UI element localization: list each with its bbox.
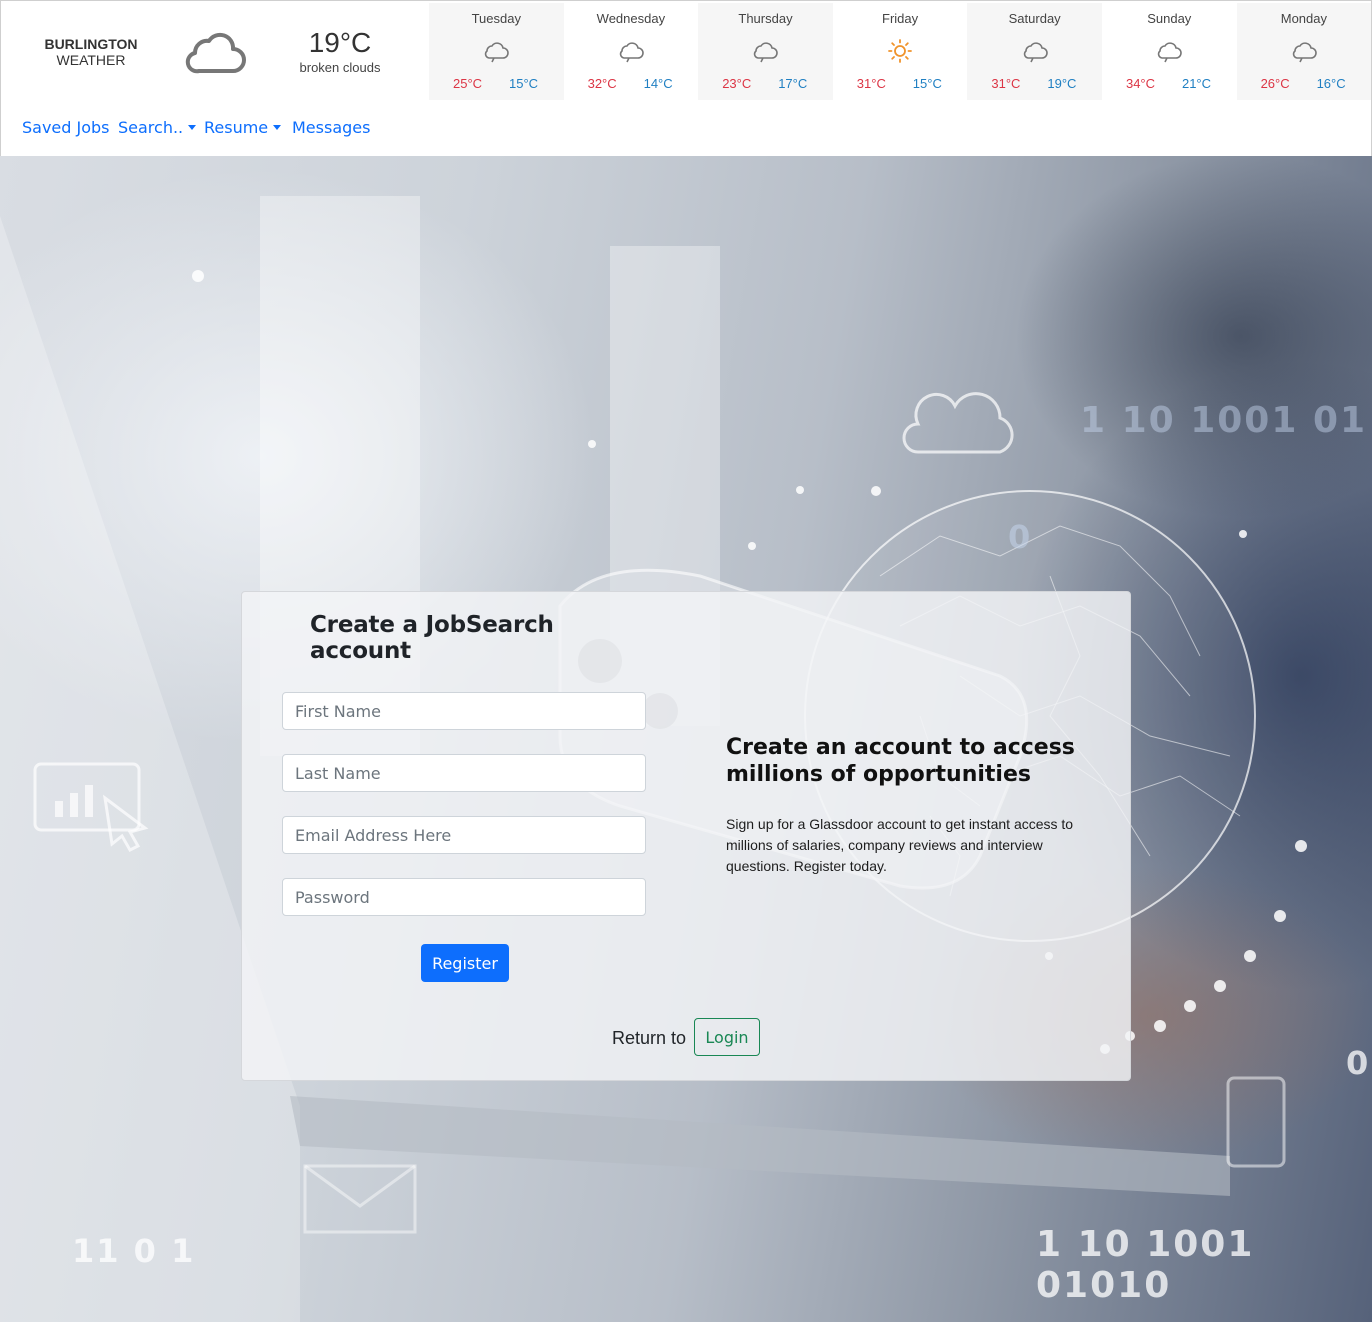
forecast-day-name: Tuesday xyxy=(471,11,521,26)
cloud-icon xyxy=(485,42,510,63)
nav-messages[interactable]: Messages xyxy=(292,118,370,138)
forecast-low: 21°C xyxy=(1181,76,1212,91)
form-title: Create a JobSearch account xyxy=(310,612,554,664)
nav-search-label: Search.. xyxy=(118,118,184,137)
cloud-icon xyxy=(1292,42,1317,63)
nav-resume-label: Resume xyxy=(204,118,269,137)
decorative-digits: 0 xyxy=(1008,518,1033,556)
promo-text: Sign up for a Glassdoor account to get i… xyxy=(726,816,1074,874)
forecast-strip: Tuesday 25°C 15°C Wednesday 32°C 14°C Th… xyxy=(429,3,1372,100)
current-description: broken clouds xyxy=(299,60,381,75)
forecast-day: Wednesday 32°C 14°C xyxy=(564,3,699,100)
main-navbar: Saved Jobs Search.. Resume Messages xyxy=(0,104,1372,156)
forecast-day: Tuesday 25°C 15°C xyxy=(429,3,564,100)
forecast-day-name: Friday xyxy=(882,11,919,26)
cloud-icon xyxy=(754,42,779,63)
forecast-high: 26°C xyxy=(1260,76,1290,91)
weather-widget: BURLINGTON WEATHER 19°C broken clouds Tu… xyxy=(0,0,1372,104)
forecast-low: 14°C xyxy=(643,76,673,91)
forecast-day-name: Monday xyxy=(1280,11,1327,26)
forecast-day: Saturday 31°C 19°C xyxy=(967,3,1102,100)
forecast-high: 34°C xyxy=(1125,76,1156,91)
forecast-day-name: Thursday xyxy=(738,11,793,26)
decorative-digits: 1 10 1001 01 xyxy=(1080,400,1368,441)
chevron-down-icon xyxy=(273,125,282,130)
forecast-day: Thursday 23°C 17°C xyxy=(698,3,833,100)
promo-title: Create an account to access millions of … xyxy=(726,735,1075,787)
email-field[interactable] xyxy=(282,816,646,854)
nav-saved-jobs[interactable]: Saved Jobs xyxy=(22,118,110,138)
forecast-low: 15°C xyxy=(912,76,942,91)
forecast-day: Friday 31°C 15°C xyxy=(833,3,968,100)
weather-location: BURLINGTON WEATHER xyxy=(21,36,161,68)
return-to-label: Return to xyxy=(612,1028,687,1048)
cloud-icon xyxy=(1023,42,1048,63)
first-name-field[interactable] xyxy=(282,692,646,730)
forecast-day: Sunday 34°C 21°C xyxy=(1102,3,1237,100)
forecast-high: 31°C xyxy=(856,76,886,91)
nav-resume-dropdown[interactable]: Resume xyxy=(204,118,282,138)
forecast-day-name: Sunday xyxy=(1147,11,1192,26)
password-field[interactable] xyxy=(282,878,646,916)
cloud-icon xyxy=(1158,42,1182,63)
forecast-day: Monday 26°C 16°C xyxy=(1236,3,1372,100)
forecast-low: 17°C xyxy=(778,76,808,91)
forecast-low: 16°C xyxy=(1316,76,1346,91)
cloud-icon xyxy=(619,42,644,63)
forecast-day-name: Wednesday xyxy=(596,11,666,26)
weather-city: BURLINGTON xyxy=(44,36,138,52)
forecast-high: 25°C xyxy=(453,76,483,91)
cloud-icon xyxy=(185,32,246,74)
chevron-down-icon xyxy=(188,125,197,130)
decorative-digits: 11 0 1 xyxy=(72,1232,196,1270)
sun-icon xyxy=(888,39,912,63)
forecast-high: 31°C xyxy=(991,76,1021,91)
registration-card: Create a JobSearch account Register Retu… xyxy=(241,591,1131,1081)
forecast-day-name: Saturday xyxy=(1008,11,1061,26)
last-name-field[interactable] xyxy=(282,754,646,792)
current-temperature: 19°C xyxy=(308,27,372,58)
register-button[interactable]: Register xyxy=(421,944,509,982)
forecast-low: 19°C xyxy=(1047,76,1077,91)
decorative-digits: 1 10 1001 01010 xyxy=(1036,1224,1255,1306)
nav-search-dropdown[interactable]: Search.. xyxy=(118,118,197,138)
login-button[interactable]: Login xyxy=(694,1018,760,1056)
forecast-low: 15°C xyxy=(509,76,539,91)
forecast-high: 23°C xyxy=(722,76,752,91)
decorative-digits: 0 xyxy=(1346,1044,1371,1082)
weather-label: WEATHER xyxy=(56,52,126,68)
forecast-high: 32°C xyxy=(587,76,617,91)
